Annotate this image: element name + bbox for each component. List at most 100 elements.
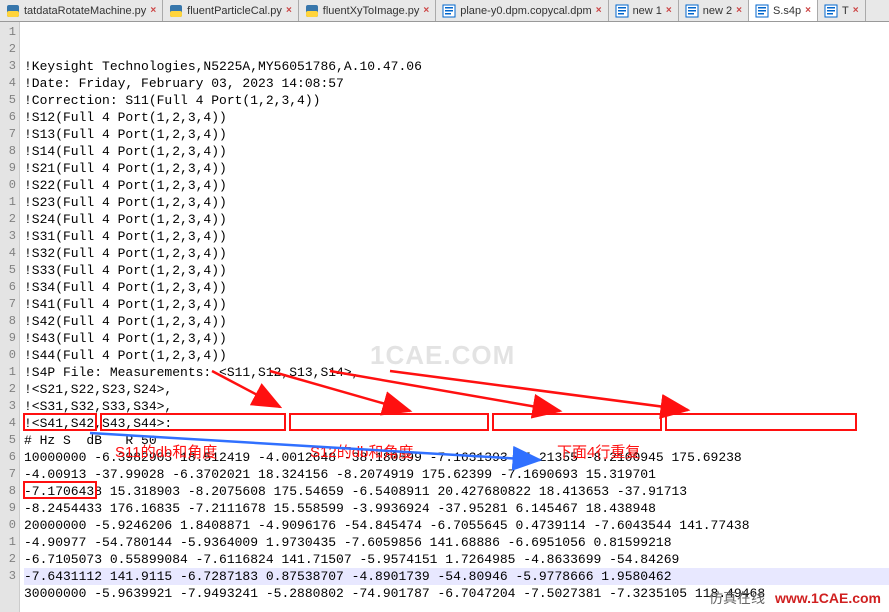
close-icon[interactable]: × [666,5,672,16]
line-number: 0 [0,517,16,534]
tab-6[interactable]: S.s4p × [749,0,818,21]
tab-label: plane-y0.dpm.copycal.dpm [460,5,591,17]
line-number: 8 [0,143,16,160]
tab-label: tatdataRotateMachine.py [24,5,146,17]
line-number: 5 [0,92,16,109]
code-line: !S14(Full 4 Port(1,2,3,4)) [24,143,889,160]
line-number: 7 [0,466,16,483]
close-icon[interactable]: × [805,5,811,16]
line-number: 0 [0,177,16,194]
code-line: !<S21,S22,S23,S24>, [24,381,889,398]
line-number: 3 [0,398,16,415]
tab-label: fluentParticleCal.py [187,5,282,17]
code-line: !Keysight Technologies,N5225A,MY56051786… [24,58,889,75]
tab-label: new 2 [703,5,732,17]
close-icon[interactable]: × [596,5,602,16]
tab-3[interactable]: plane-y0.dpm.copycal.dpm × [436,0,608,21]
code-line: !S34(Full 4 Port(1,2,3,4)) [24,279,889,296]
code-line: !S21(Full 4 Port(1,2,3,4)) [24,160,889,177]
line-number: 9 [0,160,16,177]
file-icon [305,4,319,18]
line-number: 3 [0,228,16,245]
editor-content[interactable]: !Keysight Technologies,N5225A,MY56051786… [20,22,889,612]
footer-brand: 仿真在线 www.1CAE.com [701,584,889,612]
line-number: 9 [0,500,16,517]
code-line: -7.1706438 15.318903 -8.2075608 175.5465… [24,483,889,500]
tab-1[interactable]: fluentParticleCal.py × [163,0,299,21]
tab-2[interactable]: fluentXyToImage.py× [299,0,436,21]
tab-4[interactable]: new 1 × [609,0,679,21]
line-number: 9 [0,330,16,347]
line-number: 1 [0,364,16,381]
close-icon[interactable]: × [150,5,156,16]
annotation-repeat: 下面4行重复 [557,441,640,462]
highlight-box-3 [492,413,662,431]
line-number: 8 [0,313,16,330]
file-icon [685,4,699,18]
tab-label: fluentXyToImage.py [323,5,420,17]
code-line: !S22(Full 4 Port(1,2,3,4)) [24,177,889,194]
code-line: !Correction: S11(Full 4 Port(1,2,3,4)) [24,92,889,109]
code-line: 20000000 -5.9246206 1.8408871 -4.9096176… [24,517,889,534]
annotation-s11: S11的db和角度 [115,441,217,462]
highlight-box-5 [23,481,97,499]
line-number: 1 [0,24,16,41]
close-icon[interactable]: × [286,5,292,16]
code-line: !S12(Full 4 Port(1,2,3,4)) [24,109,889,126]
close-icon[interactable]: × [853,5,859,16]
line-number: 4 [0,75,16,92]
watermark: 1CAE.COM [370,347,515,364]
tab-0[interactable]: tatdataRotateMachine.py × [0,0,163,21]
highlight-box-1 [100,413,286,431]
tab-label: T [842,5,849,17]
line-number: 4 [0,415,16,432]
line-number: 3 [0,58,16,75]
line-number: 2 [0,211,16,228]
annotation-s12: S12的db和角度 [310,441,413,462]
highlight-box-4 [665,413,857,431]
line-number: 7 [0,126,16,143]
code-line: -6.7105073 0.55899084 -7.6116824 141.715… [24,551,889,568]
code-line: !S42(Full 4 Port(1,2,3,4)) [24,313,889,330]
code-line: !S41(Full 4 Port(1,2,3,4)) [24,296,889,313]
code-line: !Date: Friday, February 03, 2023 14:08:5… [24,75,889,92]
file-icon [615,4,629,18]
tab-7[interactable]: T× [818,0,866,21]
line-gutter: 123456789012345678901234567890123 [0,22,20,612]
highlight-box-0 [23,413,97,431]
code-line: !S31(Full 4 Port(1,2,3,4)) [24,228,889,245]
file-icon [442,4,456,18]
code-line: !S13(Full 4 Port(1,2,3,4)) [24,126,889,143]
file-icon [755,4,769,18]
line-number: 2 [0,551,16,568]
footer-zh: 仿真在线 [709,590,765,606]
code-line: !S24(Full 4 Port(1,2,3,4)) [24,211,889,228]
tabs-bar: tatdataRotateMachine.py×fluentParticleCa… [0,0,889,22]
line-number: 2 [0,381,16,398]
line-number: 3 [0,568,16,585]
line-number: 6 [0,279,16,296]
code-line: -4.00913 -37.99028 -6.3702021 18.324156 … [24,466,889,483]
line-number: 1 [0,194,16,211]
line-number: 0 [0,347,16,364]
tab-label: S.s4p [773,5,801,17]
line-number: 2 [0,41,16,58]
tab-label: new 1 [633,5,662,17]
close-icon[interactable]: × [423,5,429,16]
code-line: !S32(Full 4 Port(1,2,3,4)) [24,245,889,262]
file-icon [169,4,183,18]
file-icon [824,4,838,18]
line-number: 5 [0,262,16,279]
line-number: 4 [0,245,16,262]
code-line: -4.90977 -54.780144 -5.9364009 1.9730435… [24,534,889,551]
close-icon[interactable]: × [736,5,742,16]
tab-5[interactable]: new 2 × [679,0,749,21]
editor: 123456789012345678901234567890123 !Keysi… [0,22,889,612]
code-line: !S33(Full 4 Port(1,2,3,4)) [24,262,889,279]
line-number: 6 [0,449,16,466]
footer-url: www.1CAE.com [775,590,881,606]
code-line: -8.2454433 176.16835 -7.2111678 15.55859… [24,500,889,517]
line-number: 7 [0,296,16,313]
highlight-box-2 [289,413,489,431]
code-line: !S23(Full 4 Port(1,2,3,4)) [24,194,889,211]
